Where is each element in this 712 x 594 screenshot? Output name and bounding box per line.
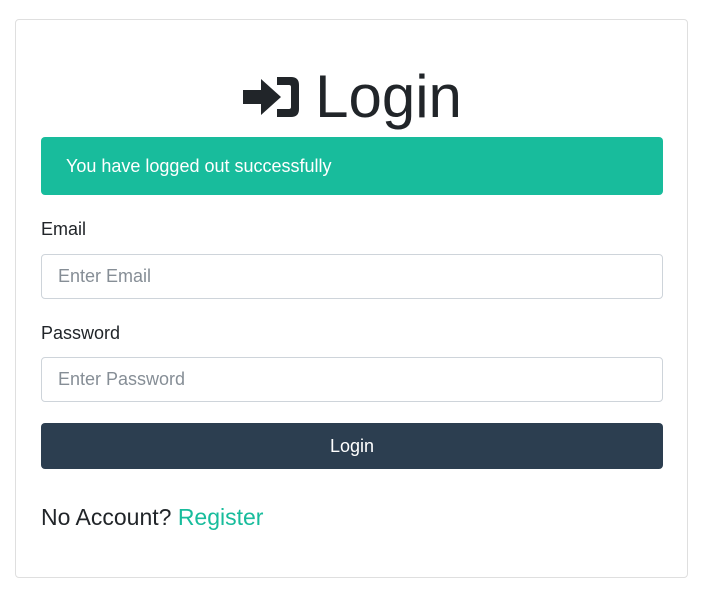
password-label: Password [41, 323, 121, 343]
alert-message: You have logged out successfully [66, 155, 332, 176]
email-input[interactable] [41, 254, 663, 299]
email-label: Email [41, 219, 87, 239]
sign-in-icon [241, 73, 301, 121]
password-input[interactable] [41, 357, 663, 402]
login-card: Login You have logged out successfully E… [15, 19, 688, 578]
page-title: Login [315, 63, 462, 130]
no-account-text: No Account? [41, 504, 172, 530]
login-heading: Login [16, 62, 687, 132]
login-button[interactable]: Login [41, 423, 663, 469]
register-prompt: No Account? Register [41, 504, 263, 531]
register-link[interactable]: Register [178, 504, 264, 530]
logout-success-alert: You have logged out successfully [41, 137, 663, 195]
